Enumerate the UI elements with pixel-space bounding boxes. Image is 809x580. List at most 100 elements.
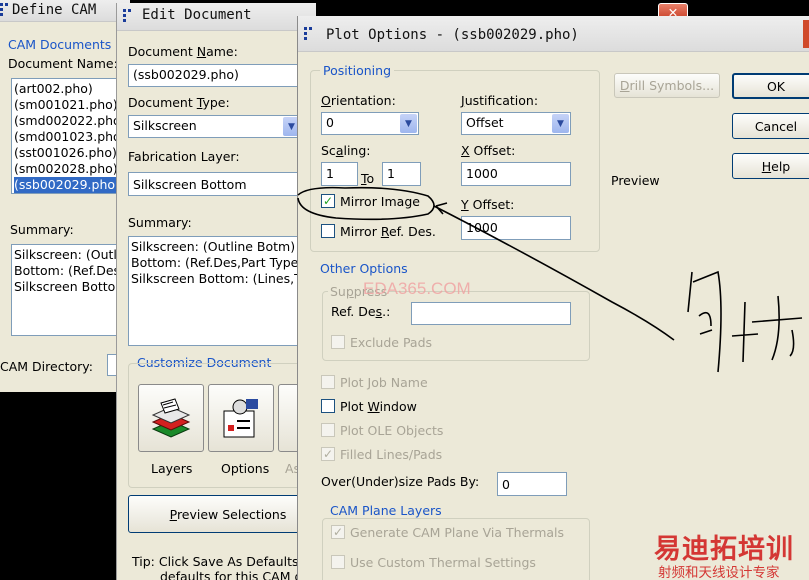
document-type-label: Document Type: (128, 95, 230, 110)
cancel-button[interactable]: Cancel (732, 113, 809, 139)
help-label: Help (761, 158, 791, 174)
summary-line: Bottom: (Ref.Des,Part Types (131, 255, 305, 270)
x-offset-field[interactable]: 1000 (461, 162, 571, 186)
cam-document-item[interactable]: (art002.pho) (12, 81, 130, 97)
cam-document-item[interactable]: (ssb002029.pho) (12, 177, 130, 193)
cam-document-item-label: (art002.pho) (14, 81, 93, 96)
other-options-label: Other Options (320, 261, 408, 276)
options-label: Options (221, 461, 270, 476)
use-custom-thermal-label: Use Custom Thermal Settings (350, 555, 536, 570)
summary-line: Silkscreen Bottom: (Lines,Te (131, 271, 308, 286)
cam-document-item[interactable]: (sst001026.pho) (12, 145, 130, 161)
exclude-pads-checkbox[interactable] (331, 335, 345, 349)
cam-document-item-label: (sm002028.pho) (14, 161, 118, 176)
orientation-label: Orientation: (321, 93, 396, 108)
edit-summary-label: Summary: (128, 215, 192, 230)
chevron-down-icon[interactable]: ▼ (400, 114, 417, 133)
preview-selections-button[interactable]: Preview Selections (128, 495, 316, 533)
plot-window-label: Plot Window (340, 399, 417, 414)
ref-des-field[interactable] (411, 302, 571, 325)
use-custom-thermal-checkbox[interactable] (331, 555, 345, 569)
summary-line: Bottom: (Ref.Des (14, 263, 121, 278)
chevron-down-icon[interactable]: ▼ (552, 114, 569, 133)
drill-symbols-button[interactable]: Drill Symbols... (614, 73, 720, 98)
mirror-ref-des-checkbox[interactable] (321, 224, 335, 238)
generate-cam-plane-checkbox[interactable]: ✓ (331, 525, 345, 539)
document-type-select[interactable]: Silkscreen ▼ (128, 115, 302, 138)
plot-options-titlebar[interactable]: Plot Options - (ssb002029.pho) (298, 16, 809, 52)
exclude-pads-label: Exclude Pads (350, 335, 433, 350)
summary-line: Silkscreen: (Outli (14, 247, 121, 262)
app-icon (0, 3, 10, 17)
positioning-label: Positioning (320, 63, 394, 78)
fabrication-layer-field[interactable]: Silkscreen Bottom (128, 172, 308, 196)
cam-document-item-label: (ssb002029.pho) (14, 177, 122, 193)
cam-documents-label: CAM Documents (8, 37, 112, 52)
define-summary-box: Silkscreen: (Outli Bottom: (Ref.Des Silk… (11, 244, 130, 336)
titlebar-button-edge (803, 20, 809, 48)
fabrication-layer-label: Fabrication Layer: (128, 149, 240, 164)
filled-lines-checkbox[interactable]: ✓ (321, 447, 335, 461)
cam-document-item[interactable]: (sm002028.pho) (12, 161, 130, 177)
preview-label: Preview (611, 173, 660, 188)
cam-document-item-label: (sst001026.pho) (14, 145, 117, 160)
cam-plane-layers-label: CAM Plane Layers (328, 503, 444, 518)
define-cam-dialog: Define CAM CAM Documents Document Name: … (0, 0, 130, 392)
edit-document-dialog: Edit Document Document Name: (ssb002029.… (116, 3, 316, 580)
layers-button[interactable] (138, 384, 204, 452)
plot-job-name-checkbox[interactable] (321, 375, 335, 389)
orientation-select[interactable]: 0 ▼ (321, 112, 419, 135)
define-cam-titlebar[interactable]: Define CAM (0, 0, 130, 22)
cam-directory-label: CAM Directory: (0, 359, 93, 374)
tip-line-2: defaults for this CAM do (160, 569, 311, 580)
oversize-field[interactable]: 0 (497, 472, 567, 496)
help-button[interactable]: Help (732, 153, 809, 179)
scaling-to-field[interactable]: 1 (382, 162, 421, 186)
mirror-ref-des-label: Mirror Ref. Des. (340, 224, 436, 239)
ok-button[interactable]: OK (732, 73, 809, 99)
define-summary-label: Summary: (10, 222, 74, 237)
scaling-from-field[interactable]: 1 (321, 162, 358, 186)
cam-document-item[interactable]: (sm001021.pho) (12, 97, 130, 113)
eda365-watermark: EDA365.COM (363, 279, 471, 298)
cam-document-item-label: (smd001023.pho) (14, 129, 126, 144)
y-offset-label: Y Offset: (461, 197, 515, 212)
options-icon (223, 399, 258, 438)
tip-line-1: Tip: Click Save As Defaults (132, 554, 299, 569)
x-offset-label: X Offset: (461, 143, 516, 158)
edit-document-title: Edit Document (142, 7, 252, 23)
document-type-value: Silkscreen (133, 118, 197, 133)
layers-icon (151, 398, 191, 438)
layers-label: Layers (151, 461, 193, 476)
plot-window-checkbox[interactable] (321, 399, 335, 413)
summary-line: Silkscreen Botto (14, 279, 116, 294)
scaling-label: Scaling: (321, 143, 371, 158)
edit-document-titlebar[interactable]: Edit Document (117, 3, 316, 31)
ref-des-label: Ref. Des.: (331, 304, 391, 319)
cam-document-list[interactable]: (art002.pho) (sm001021.pho) (smd002022.pho… (11, 78, 130, 194)
cam-document-item[interactable]: (smd002022.pho) (12, 113, 130, 129)
cam-document-item-label: (smd002022.pho) (14, 113, 126, 128)
preview-selections-label: Preview Selections (169, 506, 287, 522)
justification-select[interactable]: Offset ▼ (461, 112, 571, 135)
cam-document-item[interactable]: (smd001023.pho) (12, 129, 130, 145)
to-label: To (361, 171, 375, 186)
cam-document-item-label: (sm001021.pho) (14, 97, 118, 112)
drill-symbols-label: Drill Symbols... (619, 78, 715, 93)
document-name-field[interactable]: (ssb002029.pho) (128, 64, 308, 87)
y-offset-field[interactable]: 1000 (461, 216, 571, 240)
options-button[interactable] (208, 384, 274, 452)
mirror-image-checkbox[interactable]: ✓ (321, 194, 335, 208)
justification-label: Justification: (461, 93, 539, 108)
mirror-image-label: Mirror Image (340, 194, 420, 209)
edit-document-name-label: Document Name: (128, 44, 238, 59)
app-icon (123, 9, 133, 23)
document-name-label: Document Name: (8, 56, 118, 71)
app-icon (304, 27, 314, 41)
plot-ole-checkbox[interactable] (321, 423, 335, 437)
filled-lines-label: Filled Lines/Pads (340, 447, 443, 462)
ok-label: OK (766, 78, 786, 94)
oversize-label: Over(Under)size Pads By: (321, 474, 480, 489)
justification-value: Offset (466, 115, 504, 130)
summary-line: Silkscreen: (Outline Botm) (131, 239, 296, 254)
